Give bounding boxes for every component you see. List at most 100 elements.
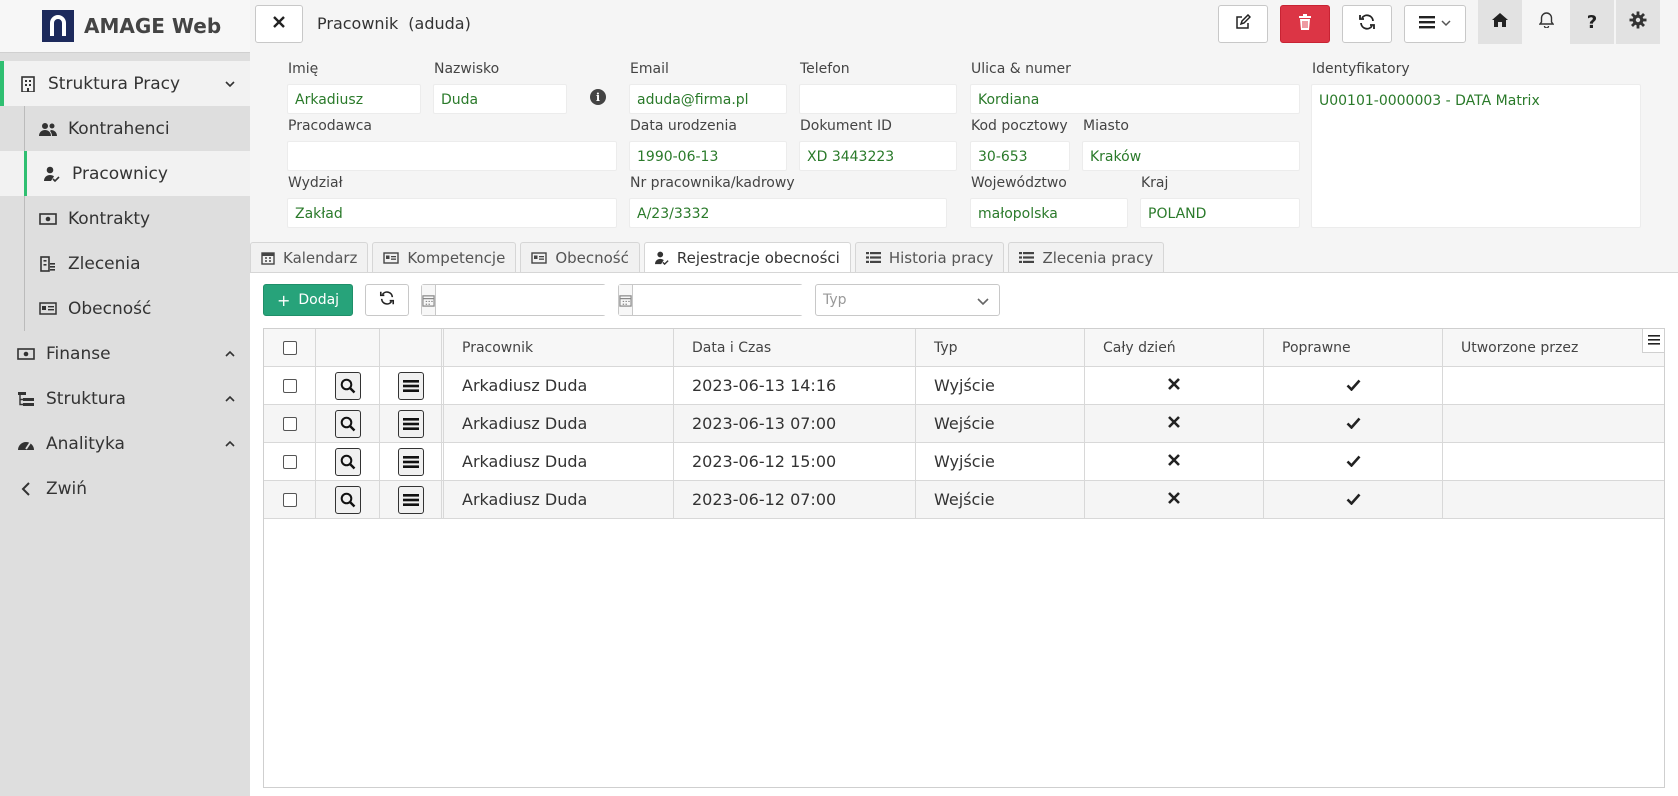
- tab-label: Zlecenia pracy: [1042, 248, 1154, 267]
- calendar-icon[interactable]: [619, 285, 633, 315]
- sidebar-item-pracownicy[interactable]: Pracownicy: [0, 151, 250, 196]
- sidebar-collapse-button[interactable]: Zwiń: [0, 466, 250, 511]
- refresh-button[interactable]: [1342, 5, 1392, 43]
- tab-obecnosc[interactable]: Obecność: [520, 242, 640, 272]
- label-email: Email: [630, 61, 669, 77]
- table-row[interactable]: Arkadiusz Duda 2023-06-13 07:00 Wejście: [264, 405, 1664, 443]
- email-field[interactable]: aduda@firma.pl: [629, 84, 787, 114]
- column-header-utworzone-przez[interactable]: Utworzone przez: [1443, 329, 1664, 366]
- column-header-data-i-czas[interactable]: Data i Czas: [674, 329, 916, 366]
- sidebar-item-label: Zlecenia: [68, 253, 141, 274]
- column-header-typ[interactable]: Typ: [916, 329, 1085, 366]
- cell-typ: Wyjście: [916, 367, 1085, 404]
- delete-button[interactable]: [1280, 5, 1330, 43]
- table-row[interactable]: Arkadiusz Duda 2023-06-12 15:00 Wyjście: [264, 443, 1664, 481]
- row-menu-button[interactable]: [397, 485, 424, 514]
- column-header-caly-dzien[interactable]: Cały dzień: [1085, 329, 1264, 366]
- user-check-icon: [42, 166, 62, 182]
- employer-field[interactable]: [287, 141, 617, 171]
- column-header-pracownik[interactable]: Pracownik: [444, 329, 674, 366]
- add-button[interactable]: + Dodaj: [263, 284, 353, 316]
- users-icon: [38, 122, 58, 136]
- tab-historia-pracy[interactable]: Historia pracy: [854, 242, 1005, 272]
- id-card-icon: [531, 251, 548, 264]
- sidebar-item-zlecenia[interactable]: Zlecenia: [0, 241, 250, 286]
- row-menu-button[interactable]: [397, 447, 424, 476]
- postal-code-field[interactable]: 30-653: [970, 141, 1070, 171]
- calendar-icon[interactable]: [422, 285, 436, 315]
- menu-dropdown-button[interactable]: [1404, 5, 1466, 43]
- page-subtitle: (aduda): [408, 14, 471, 33]
- employee-number-field[interactable]: A/23/3332: [629, 198, 947, 228]
- select-all-checkbox[interactable]: [282, 340, 297, 355]
- sidebar-section-struktura[interactable]: Struktura: [0, 376, 250, 421]
- row-checkbox[interactable]: [282, 416, 297, 431]
- chevron-left-icon: [16, 481, 36, 497]
- date-from-input[interactable]: [436, 285, 619, 315]
- sidebar-section-label: Struktura: [46, 388, 126, 409]
- date-from-picker[interactable]: [421, 284, 619, 316]
- sidebar-section-finanse[interactable]: Finanse: [0, 331, 250, 376]
- tab-rejestracje-obecnosci[interactable]: Rejestracje obecności: [643, 242, 851, 272]
- row-checkbox[interactable]: [282, 378, 297, 393]
- table-row[interactable]: Arkadiusz Duda 2023-06-13 14:16 Wyjście: [264, 367, 1664, 405]
- last-name-field[interactable]: Duda: [433, 84, 567, 114]
- tab-label: Kalendarz: [283, 248, 358, 267]
- edit-button[interactable]: [1218, 5, 1268, 43]
- help-button[interactable]: ?: [1570, 0, 1614, 44]
- view-row-button[interactable]: [334, 371, 361, 400]
- sidebar-item-obecnosc[interactable]: Obecność: [0, 286, 250, 331]
- tab-label: Obecność: [555, 248, 629, 267]
- label-nazwisko: Nazwisko: [434, 61, 500, 77]
- phone-field[interactable]: [799, 84, 957, 114]
- view-row-button[interactable]: [334, 447, 361, 476]
- settings-button[interactable]: [1616, 0, 1660, 44]
- date-to-input[interactable]: [633, 285, 816, 315]
- street-field[interactable]: Kordiana: [970, 84, 1300, 114]
- tab-kalendarz[interactable]: Kalendarz: [250, 242, 369, 272]
- birth-date-field[interactable]: 1990-06-13: [629, 141, 787, 171]
- sidebar-item-kontrahenci[interactable]: Kontrahenci: [0, 106, 250, 151]
- sidebar-section-struktura-pracy[interactable]: Struktura Pracy: [0, 61, 250, 106]
- department-field[interactable]: Zakład: [287, 198, 617, 228]
- row-checkbox[interactable]: [282, 492, 297, 507]
- help-icon: ?: [1586, 11, 1598, 33]
- calendar-icon: [261, 251, 275, 265]
- app-logo: [42, 10, 74, 42]
- country-field[interactable]: POLAND: [1140, 198, 1300, 228]
- column-menu-button[interactable]: [1642, 329, 1664, 353]
- sidebar: AMAGE Web Struktura Pracy Kontrahenci Pr…: [0, 0, 250, 796]
- cell-typ: Wejście: [916, 481, 1085, 518]
- identifiers-field[interactable]: U00101-0000003 - DATA Matrix: [1311, 84, 1641, 228]
- chevron-down-icon: [1441, 16, 1451, 32]
- tab-bar: Kalendarz Kompetencje Obecność Rejestrac…: [250, 242, 1168, 272]
- city-field[interactable]: Kraków: [1082, 141, 1300, 171]
- type-select[interactable]: Typ: [815, 284, 1000, 316]
- document-id-field[interactable]: XD 3443223: [799, 141, 957, 171]
- tab-kompetencje[interactable]: Kompetencje: [372, 242, 517, 272]
- row-menu-button[interactable]: [397, 409, 424, 438]
- first-name-field[interactable]: Arkadiusz: [287, 84, 421, 114]
- row-checkbox[interactable]: [282, 454, 297, 469]
- notifications-button[interactable]: [1524, 3, 1568, 41]
- brand[interactable]: AMAGE Web: [0, 0, 250, 53]
- info-icon[interactable]: i: [590, 89, 606, 105]
- cell-caly-dzien: [1085, 367, 1264, 404]
- home-button[interactable]: [1478, 0, 1522, 44]
- table-row[interactable]: Arkadiusz Duda 2023-06-12 07:00 Wejście: [264, 481, 1664, 519]
- row-view-cell: [316, 443, 380, 480]
- home-icon: [1492, 13, 1508, 31]
- close-button[interactable]: [255, 5, 303, 43]
- view-row-button[interactable]: [334, 409, 361, 438]
- add-button-label: Dodaj: [298, 292, 340, 308]
- column-header-poprawne[interactable]: Poprawne: [1264, 329, 1443, 366]
- sidebar-item-kontrakty[interactable]: Kontrakty: [0, 196, 250, 241]
- money-icon: [16, 347, 36, 360]
- view-row-button[interactable]: [334, 485, 361, 514]
- province-field[interactable]: małopolska: [970, 198, 1128, 228]
- list-refresh-button[interactable]: [365, 284, 409, 316]
- row-menu-button[interactable]: [397, 371, 424, 400]
- sidebar-section-analityka[interactable]: Analityka: [0, 421, 250, 466]
- tab-zlecenia-pracy[interactable]: Zlecenia pracy: [1008, 242, 1165, 272]
- date-to-picker[interactable]: [618, 284, 816, 316]
